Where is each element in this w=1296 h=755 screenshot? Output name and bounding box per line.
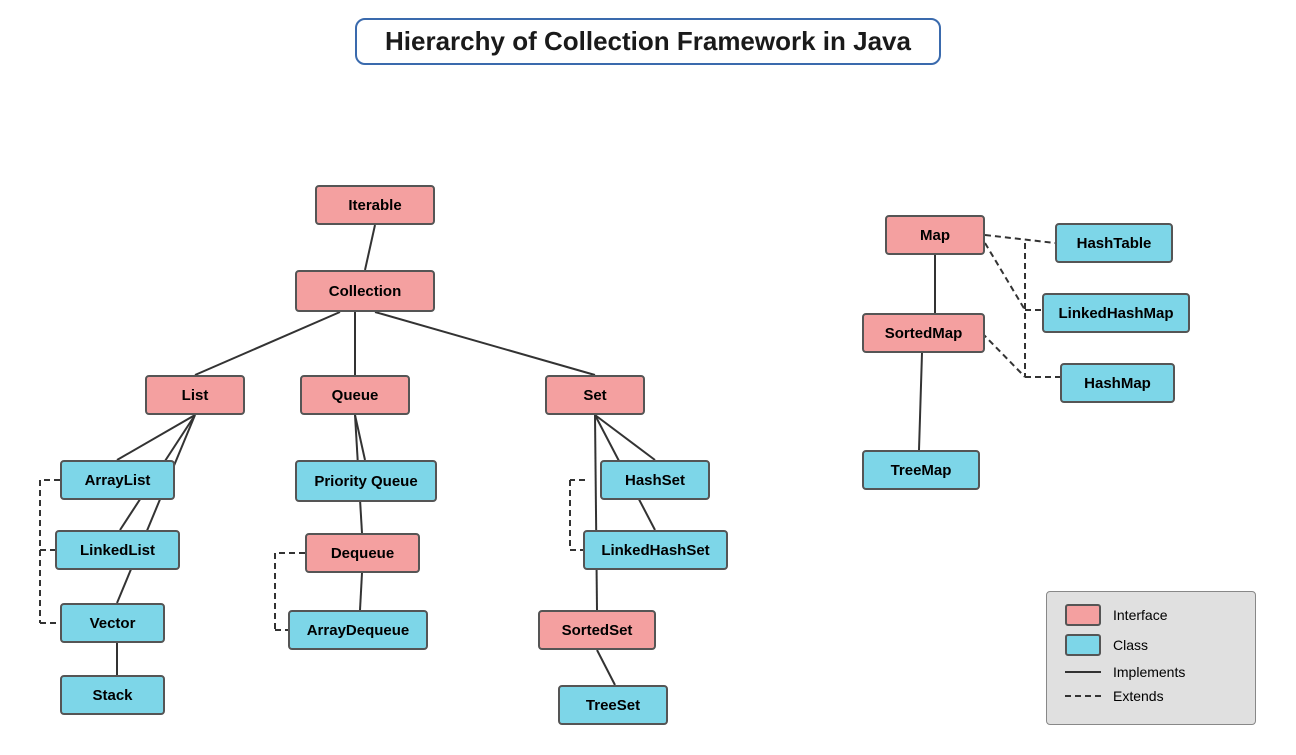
diagram-area: Iterable Collection List Queue Set Array… bbox=[0, 75, 1296, 755]
node-linkedhashset: LinkedHashSet bbox=[583, 530, 728, 570]
node-treemap: TreeMap bbox=[862, 450, 980, 490]
node-priorityqueue: Priority Queue bbox=[295, 460, 437, 502]
node-sortedmap: SortedMap bbox=[862, 313, 985, 353]
legend-implements: Implements bbox=[1065, 664, 1237, 680]
node-linkedhashmap: LinkedHashMap bbox=[1042, 293, 1190, 333]
legend-extends: Extends bbox=[1065, 688, 1237, 704]
legend-interface: Interface bbox=[1065, 604, 1237, 626]
node-collection: Collection bbox=[295, 270, 435, 312]
legend-interface-box bbox=[1065, 604, 1101, 626]
legend-class: Class bbox=[1065, 634, 1237, 656]
node-linkedlist: LinkedList bbox=[55, 530, 180, 570]
page-title: Hierarchy of Collection Framework in Jav… bbox=[0, 0, 1296, 75]
node-sortedset: SortedSet bbox=[538, 610, 656, 650]
node-list: List bbox=[145, 375, 245, 415]
node-queue: Queue bbox=[300, 375, 410, 415]
node-hashset: HashSet bbox=[600, 460, 710, 500]
node-arraylist: ArrayList bbox=[60, 460, 175, 500]
legend-dashed-line bbox=[1065, 695, 1101, 697]
node-treeset: TreeSet bbox=[558, 685, 668, 725]
node-stack: Stack bbox=[60, 675, 165, 715]
node-set: Set bbox=[545, 375, 645, 415]
legend-class-box bbox=[1065, 634, 1101, 656]
node-hashtable: HashTable bbox=[1055, 223, 1173, 263]
node-dequeue: Dequeue bbox=[305, 533, 420, 573]
legend: Interface Class Implements Extends bbox=[1046, 591, 1256, 725]
node-map: Map bbox=[885, 215, 985, 255]
node-arraydequeue: ArrayDequeue bbox=[288, 610, 428, 650]
legend-solid-line bbox=[1065, 671, 1101, 673]
node-hashmap: HashMap bbox=[1060, 363, 1175, 403]
node-iterable: Iterable bbox=[315, 185, 435, 225]
node-vector: Vector bbox=[60, 603, 165, 643]
